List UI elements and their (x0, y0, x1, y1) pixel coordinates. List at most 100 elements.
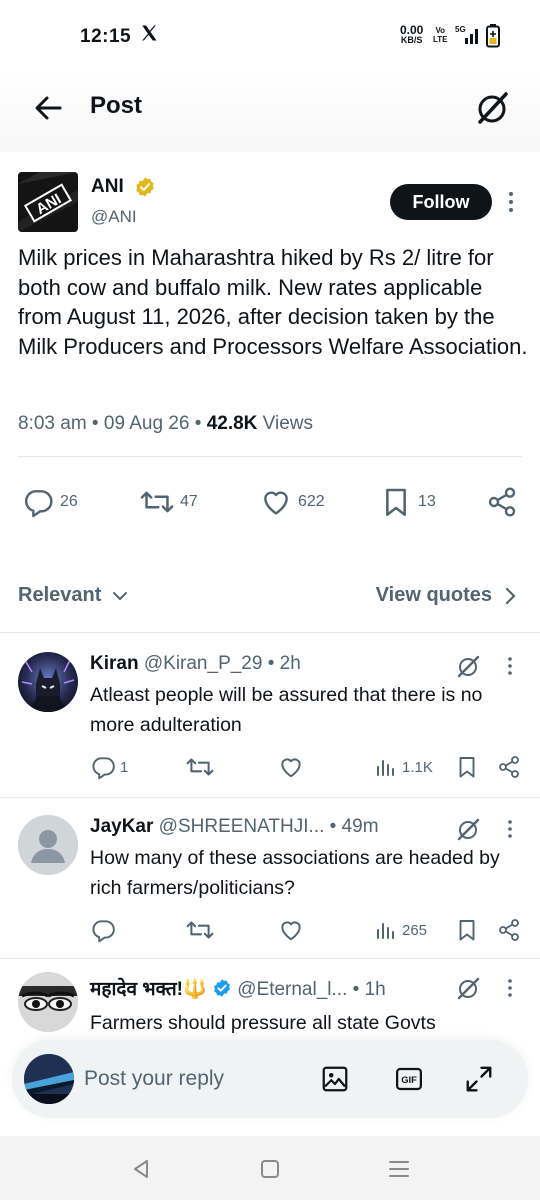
reply-button[interactable]: 26 (22, 486, 78, 518)
author-handle[interactable]: @ANI (91, 207, 137, 227)
batman-avatar-image (18, 652, 78, 712)
like-count: 622 (298, 493, 325, 510)
default-avatar-icon (18, 815, 78, 875)
heart-icon (281, 921, 301, 941)
reply-avatar[interactable] (18, 652, 78, 712)
reply-author-name[interactable]: महादेव भक्त!🔱 (90, 979, 207, 1000)
views-count[interactable]: 42.8K (207, 413, 258, 434)
reply-item[interactable]: Kiran @Kiran_P_29 • 2h Atleast people wi… (0, 632, 540, 798)
share-button[interactable] (486, 486, 518, 518)
bookmark-button[interactable]: 13 (380, 486, 436, 518)
share-icon (499, 756, 519, 778)
heart-icon (281, 758, 301, 778)
share-button[interactable] (497, 754, 521, 780)
eyes-avatar-image (18, 972, 78, 1032)
reply-button[interactable] (90, 917, 116, 943)
sort-label: Relevant (18, 584, 102, 606)
bookmark-button[interactable] (455, 754, 479, 780)
reply-composer: GIF (12, 1040, 528, 1118)
reply-button[interactable]: 1 (90, 754, 128, 780)
verified-gold-icon (134, 176, 156, 203)
more-vertical-icon (508, 820, 512, 838)
tweet-time: 8:03 am (18, 413, 87, 434)
net-speed-value: 0.00 (400, 23, 424, 37)
signal-icon: 5G (455, 24, 483, 51)
like-button[interactable]: 622 (260, 486, 325, 518)
network-speed: 0.00 KB/S (400, 23, 424, 45)
post-header: Post (0, 72, 540, 152)
reply-time: 49m (341, 816, 379, 837)
repost-icon (186, 921, 214, 939)
nav-home-button[interactable] (257, 1156, 283, 1182)
author-name[interactable]: ANI (91, 176, 124, 198)
grok-icon (457, 818, 480, 841)
add-gif-button[interactable]: GIF (394, 1064, 424, 1094)
more-options-button[interactable] (503, 816, 517, 842)
user-avatar[interactable] (24, 1054, 74, 1104)
add-image-button[interactable] (320, 1064, 350, 1094)
reply-text: Farmers should pressure all state Govts (90, 1012, 436, 1034)
bookmark-icon (386, 488, 406, 516)
view-quotes-link[interactable]: View quotes (376, 584, 518, 607)
reply-avatar[interactable] (18, 972, 78, 1032)
like-button[interactable] (278, 754, 304, 780)
chevron-down-icon (113, 591, 128, 600)
share-icon (499, 919, 519, 941)
expand-composer-button[interactable] (464, 1064, 494, 1094)
chevron-right-icon (505, 587, 516, 604)
author-avatar[interactable]: ANI (18, 172, 78, 232)
reply-author-name[interactable]: Kiran (90, 653, 139, 674)
more-options-button[interactable] (502, 186, 520, 218)
bookmark-button[interactable] (455, 917, 479, 943)
more-vertical-icon (509, 192, 513, 212)
reply-header: महादेव भक्त!🔱 @Eternal_l... • 1h (90, 979, 386, 1000)
reply-item[interactable]: JayKar @SHREENATHJI... • 49m How many of… (0, 797, 540, 959)
reply-author-handle[interactable]: @Kiran_P_29 (144, 653, 263, 674)
expand-icon (466, 1066, 492, 1092)
like-button[interactable] (278, 917, 304, 943)
reply-avatar[interactable] (18, 815, 78, 875)
bookmark-icon (459, 757, 475, 778)
repost-button[interactable] (186, 754, 214, 780)
more-options-button[interactable] (503, 975, 517, 1001)
reply-input[interactable] (84, 1062, 304, 1096)
repost-button[interactable] (186, 917, 214, 943)
reply-author-name[interactable]: JayKar (90, 816, 153, 837)
reply-author-handle[interactable]: @Eternal_l... (237, 979, 347, 1000)
repost-count: 47 (180, 493, 198, 510)
sort-dropdown[interactable]: Relevant (18, 584, 129, 607)
follow-button[interactable]: Follow (390, 184, 492, 220)
repost-button[interactable]: 47 (140, 486, 198, 518)
views-button[interactable]: 1.1K (374, 754, 433, 780)
nav-back-button[interactable] (128, 1156, 154, 1182)
gif-icon: GIF (396, 1067, 422, 1091)
view-quotes-label: View quotes (375, 584, 492, 606)
back-button[interactable] (30, 90, 66, 126)
ani-logo: ANI (18, 172, 78, 232)
views-label[interactable]: Views (263, 413, 313, 434)
reply-header: Kiran @Kiran_P_29 • 2h (90, 653, 301, 674)
reply-item[interactable]: महादेव भक्त!🔱 @Eternal_l... • 1h Farmers… (0, 958, 540, 1038)
grok-button[interactable] (455, 653, 481, 679)
reply-time: 2h (279, 653, 301, 674)
menu-lines-icon (389, 1161, 409, 1177)
reply-count: 26 (60, 493, 78, 510)
repost-icon (140, 491, 174, 513)
share-button[interactable] (497, 917, 521, 943)
grok-button[interactable] (455, 816, 481, 842)
tweet-actions: 26 47 622 13 (0, 486, 540, 526)
more-vertical-icon (508, 979, 512, 997)
reply-author-handle[interactable]: @SHREENATHJI... (159, 816, 325, 837)
network-type: 5G (455, 25, 466, 34)
triangle-back-icon (134, 1160, 148, 1178)
grok-button[interactable] (455, 975, 481, 1001)
user-avatar-image (24, 1054, 74, 1104)
reply-text: Atleast people will be assured that ther… (90, 684, 483, 736)
battery-icon (486, 24, 500, 53)
nav-recents-button[interactable] (386, 1156, 412, 1182)
views-button[interactable]: 265 (374, 917, 427, 943)
more-options-button[interactable] (503, 653, 517, 679)
grok-button[interactable] (472, 88, 512, 128)
image-icon (322, 1066, 348, 1092)
analytics-icon (377, 923, 394, 939)
